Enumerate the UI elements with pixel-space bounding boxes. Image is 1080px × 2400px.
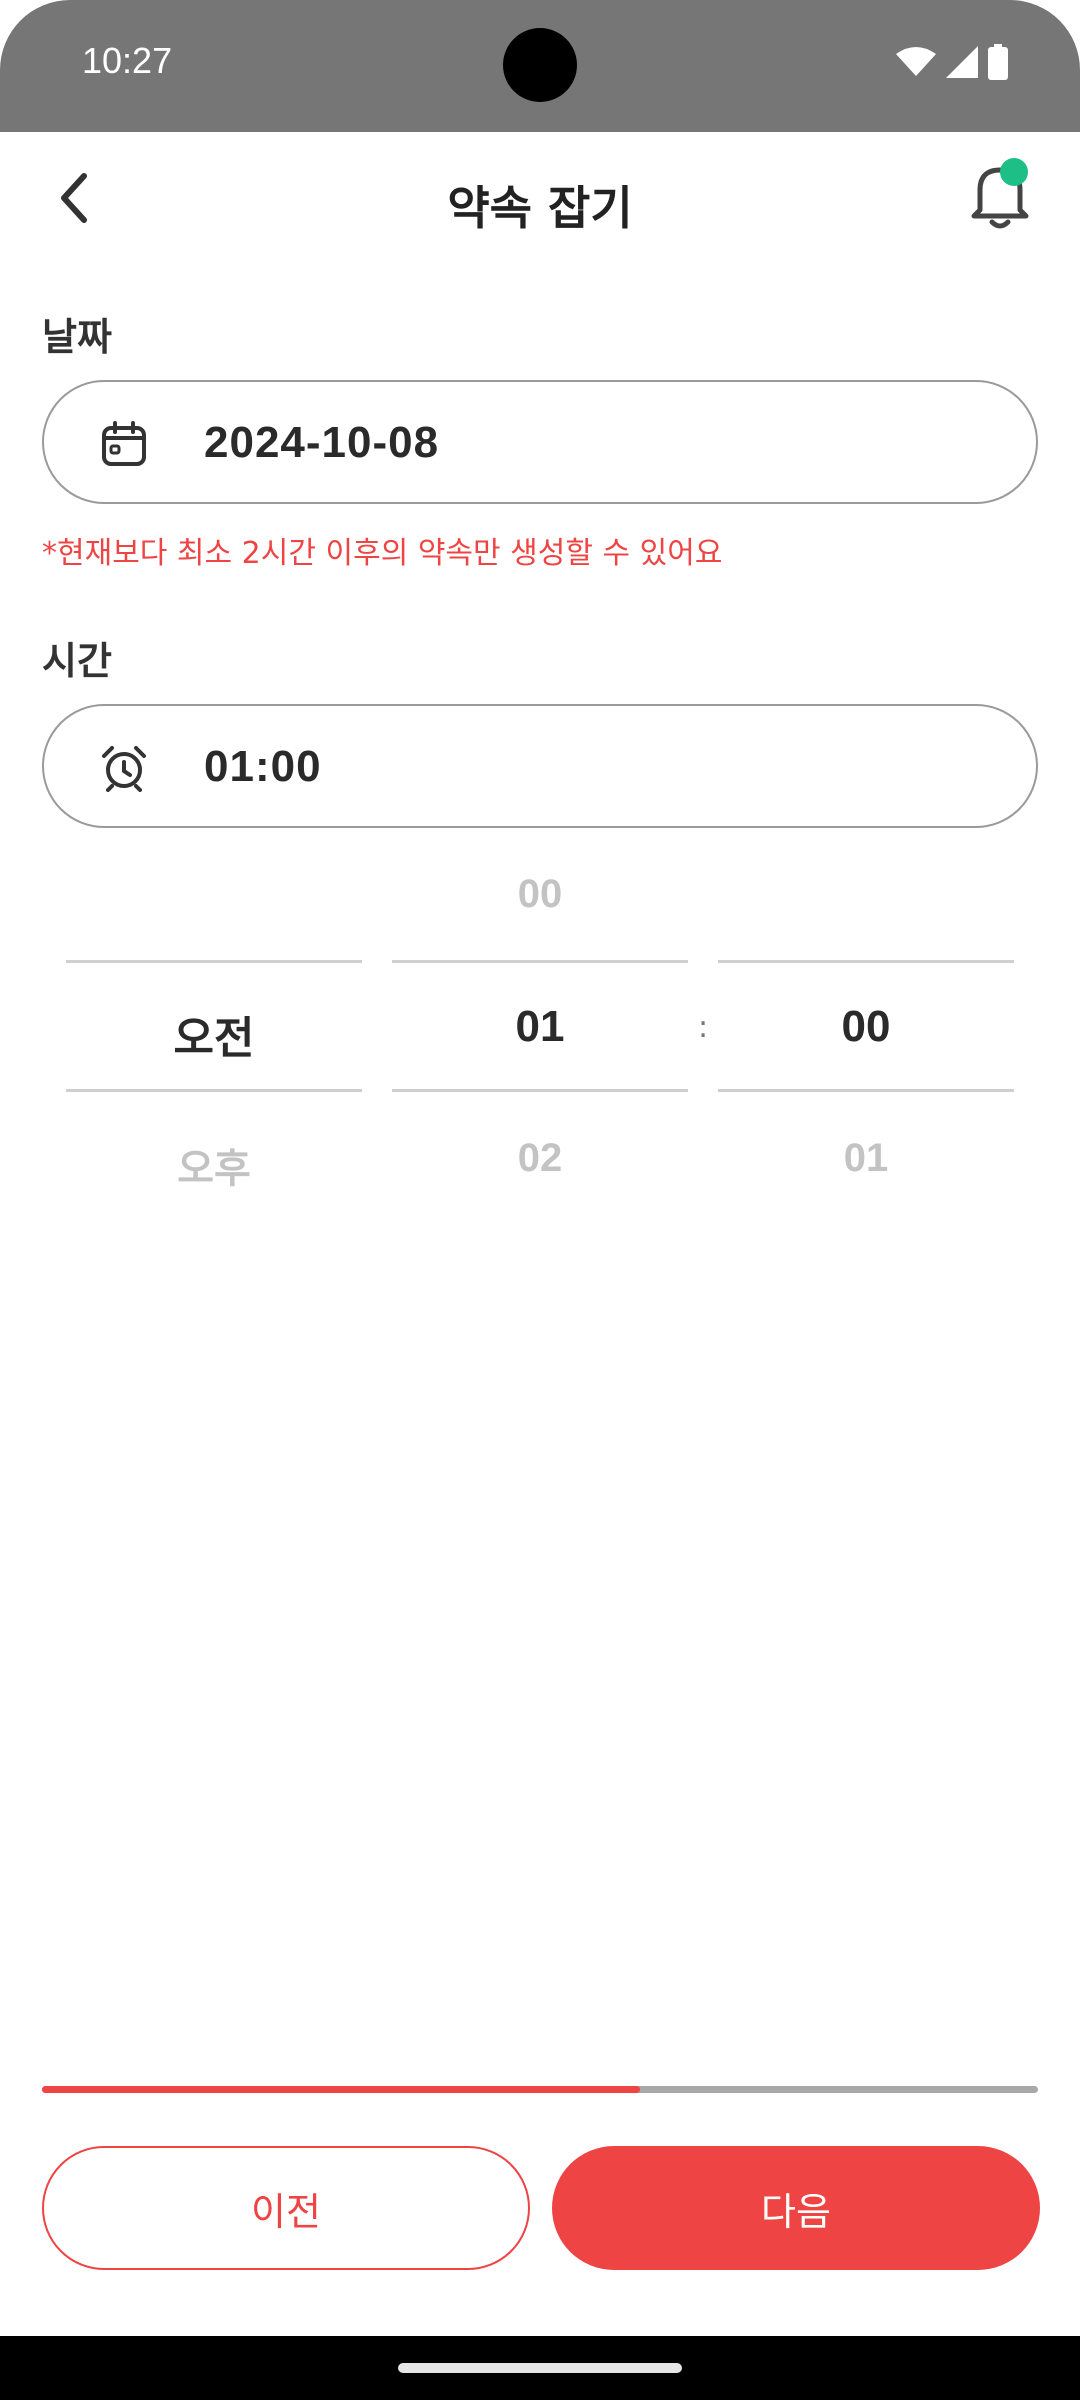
screen: 10:27 약속 잡기 날짜 2024-10-08 *현재보다 최소 2시간 이… — [0, 0, 1080, 2400]
picker-divider — [66, 1089, 362, 1092]
progress-bar — [42, 2086, 1038, 2093]
date-value: 2024-10-08 — [204, 418, 440, 467]
battery-icon — [988, 44, 1008, 80]
signal-icon — [946, 46, 978, 78]
status-icons — [896, 44, 1008, 80]
minute-selected[interactable]: 00 — [718, 1002, 1014, 1052]
picker-divider — [718, 960, 1014, 963]
hour-above[interactable]: 00 — [392, 872, 688, 917]
calendar-icon — [102, 421, 146, 466]
minute-below[interactable]: 01 — [718, 1136, 1014, 1181]
picker-divider — [392, 960, 688, 963]
ampm-picker[interactable]: 오전 오후 — [66, 860, 362, 1292]
hour-picker[interactable]: 00 01 02 — [392, 860, 688, 1292]
picker-divider — [392, 1089, 688, 1092]
page-title: 약속 잡기 — [447, 181, 633, 235]
hour-selected[interactable]: 01 — [392, 1002, 688, 1052]
wifi-icon — [896, 47, 936, 76]
picker-divider — [66, 960, 362, 963]
warning-text: *현재보다 최소 2시간 이후의 약속만 생성할 수 있어요 — [42, 536, 723, 571]
camera-cutout — [503, 28, 577, 102]
status-bar: 10:27 — [0, 0, 1080, 132]
ampm-below[interactable]: 오후 — [66, 1136, 362, 1194]
status-time: 10:27 — [82, 40, 173, 81]
time-label: 시간 — [42, 639, 112, 683]
prev-button[interactable]: 이전 — [42, 2146, 530, 2270]
next-button[interactable]: 다음 — [552, 2146, 1040, 2270]
ampm-selected[interactable]: 오전 — [66, 1002, 362, 1066]
hour-below[interactable]: 02 — [392, 1136, 688, 1181]
app-bar: 약속 잡기 — [0, 132, 1080, 262]
minute-picker[interactable]: 00 01 — [718, 860, 1014, 1292]
time-value: 01:00 — [204, 742, 322, 791]
home-indicator[interactable] — [398, 2363, 682, 2373]
alarm-clock-icon — [102, 746, 146, 792]
time-separator: : — [697, 1010, 709, 1045]
date-field[interactable]: 2024-10-08 — [42, 380, 1038, 504]
date-label: 날짜 — [42, 315, 112, 359]
picker-divider — [718, 1089, 1014, 1092]
progress-fill — [42, 2086, 640, 2093]
notification-dot — [1000, 158, 1028, 186]
time-field[interactable]: 01:00 — [42, 704, 1038, 828]
